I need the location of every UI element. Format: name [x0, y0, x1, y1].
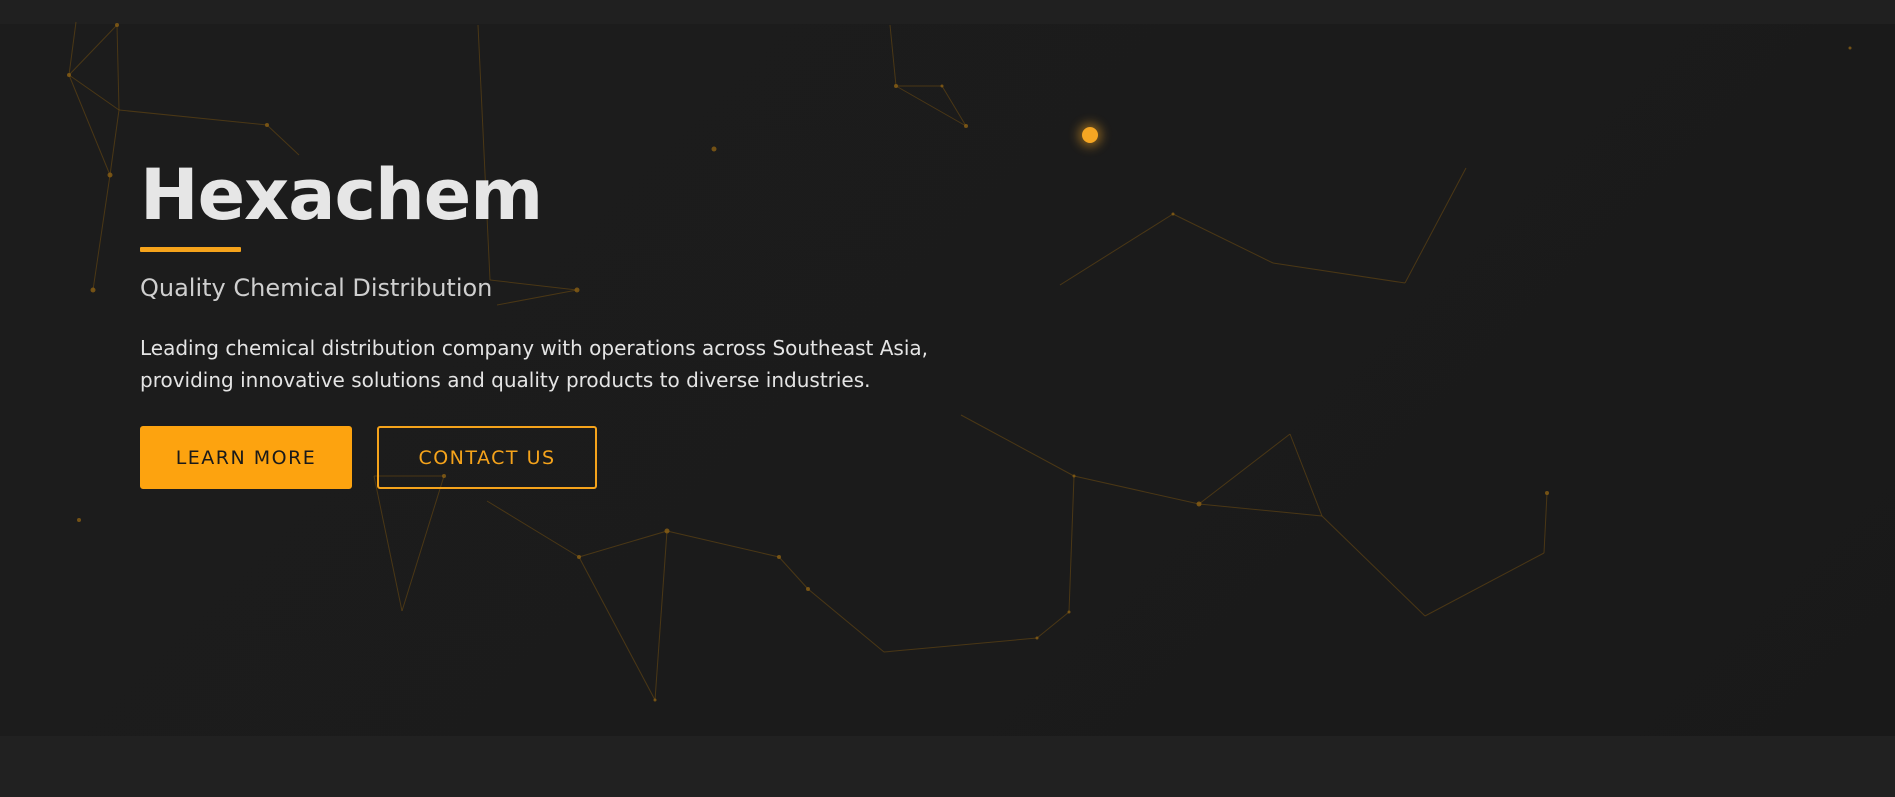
bottom-bar	[0, 736, 1895, 797]
learn-more-button[interactable]: LEARN MORE	[140, 426, 352, 489]
hero-buttons: LEARN MORE CONTACT US	[140, 426, 1040, 489]
title-underline-accent	[140, 247, 241, 252]
hero-content: Hexachem Quality Chemical Distribution L…	[140, 155, 1040, 489]
hero-description: Leading chemical distribution company wi…	[140, 336, 929, 392]
contact-us-button[interactable]: CONTACT US	[377, 426, 597, 489]
hero-title: Hexachem	[140, 154, 543, 236]
glowing-particle	[1082, 127, 1098, 143]
hero-subtitle: Quality Chemical Distribution	[140, 274, 493, 302]
